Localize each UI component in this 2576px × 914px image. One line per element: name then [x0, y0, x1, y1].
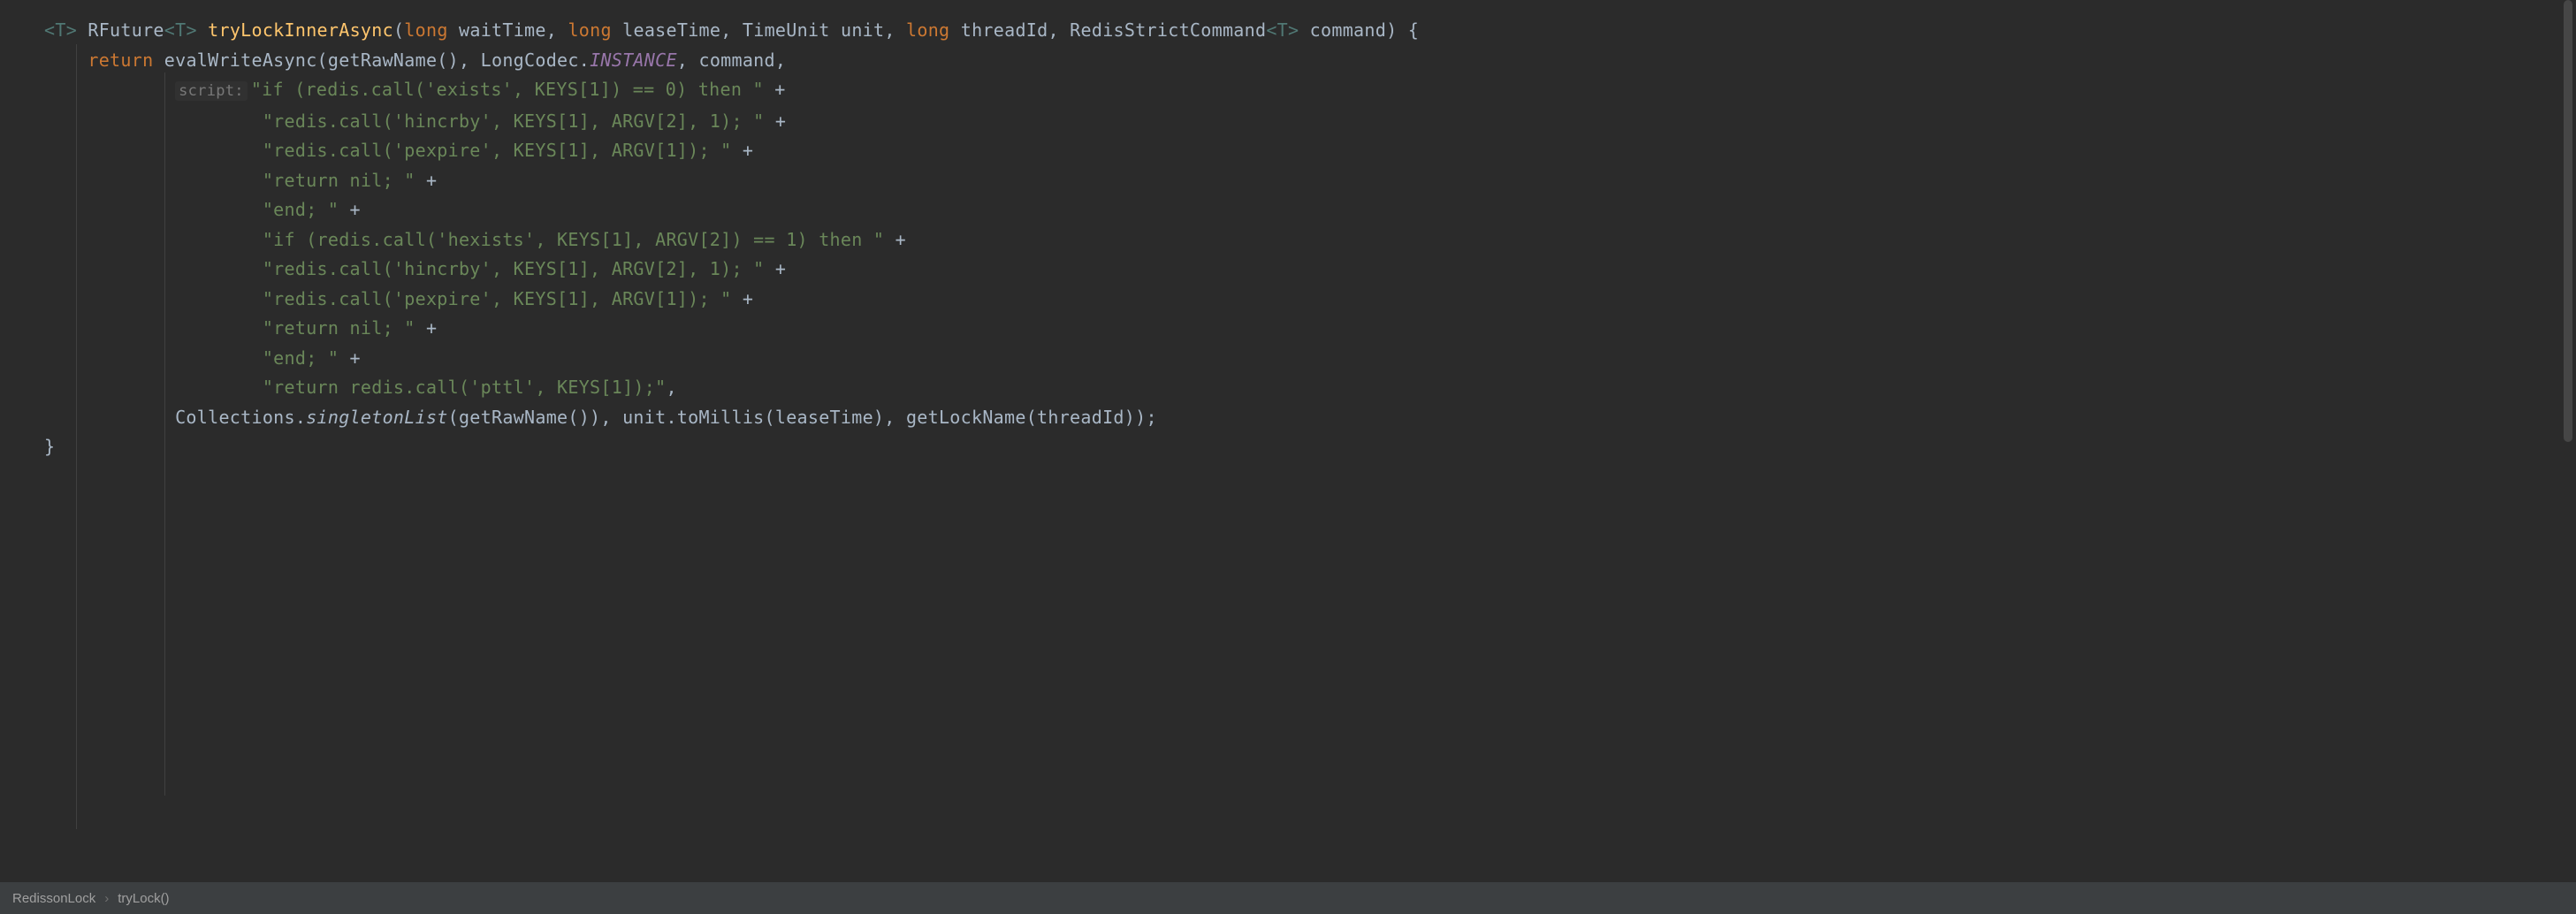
code-line[interactable]: script:"if (redis.call('exists', KEYS[1]…	[44, 75, 2576, 107]
string-literal: "end; "	[263, 199, 339, 220]
generic-bracket: <	[1266, 19, 1277, 41]
code-line[interactable]: "redis.call('hincrby', KEYS[1], ARGV[2],…	[44, 107, 2576, 137]
string-literal: "redis.call('pexpire', KEYS[1], ARGV[1])…	[263, 288, 732, 309]
method-name: tryLockInnerAsync	[208, 19, 393, 41]
keyword-long: long	[404, 19, 447, 41]
operator-plus: +	[415, 317, 438, 339]
text: , command,	[677, 50, 786, 71]
operator-plus: +	[732, 288, 754, 309]
code-line[interactable]: "if (redis.call('hexists', KEYS[1], ARGV…	[44, 225, 2576, 255]
parameter-hint: script:	[175, 81, 248, 101]
operator-plus: +	[884, 229, 906, 250]
generic-bracket: <	[164, 19, 175, 41]
generic-type: T	[175, 19, 186, 41]
comma: ,	[666, 377, 676, 398]
generic-bracket: >	[66, 19, 77, 41]
paren: (	[393, 19, 404, 41]
code-line[interactable]: return evalWriteAsync(getRawName(), Long…	[44, 46, 2576, 76]
string-literal: "end; "	[263, 347, 339, 369]
code-line[interactable]: "end; " +	[44, 195, 2576, 225]
string-literal: "redis.call('pexpire', KEYS[1], ARGV[1])…	[263, 140, 732, 161]
param: waitTime,	[448, 19, 568, 41]
breadcrumb: RedissonLock › tryLock()	[0, 882, 2576, 914]
code-line[interactable]: "redis.call('pexpire', KEYS[1], ARGV[1])…	[44, 285, 2576, 315]
param: command) {	[1299, 19, 1419, 41]
string-literal: "if (redis.call('hexists', KEYS[1], ARGV…	[263, 229, 884, 250]
vertical-scrollbar[interactable]	[2564, 0, 2572, 882]
operator-plus: +	[765, 258, 787, 279]
space	[77, 19, 88, 41]
generic-bracket: <	[44, 19, 55, 41]
string-literal: "redis.call('hincrby', KEYS[1], ARGV[2],…	[263, 110, 765, 132]
return-type: RFuture	[88, 19, 164, 41]
generic-bracket: >	[186, 19, 196, 41]
param: unit,	[830, 19, 906, 41]
param: threadId,	[949, 19, 1070, 41]
string-literal: "if (redis.call('exists', KEYS[1]) == 0)…	[251, 79, 764, 100]
keyword-return: return	[88, 50, 153, 71]
static-method: singletonList	[306, 407, 447, 428]
string-literal: "redis.call('hincrby', KEYS[1], ARGV[2],…	[263, 258, 765, 279]
breadcrumb-method[interactable]: tryLock()	[118, 891, 169, 906]
code-line[interactable]: <T> RFuture<T> tryLockInnerAsync(long wa…	[44, 16, 2576, 46]
code-line[interactable]: "redis.call('hincrby', KEYS[1], ARGV[2],…	[44, 255, 2576, 285]
operator-plus: +	[415, 170, 438, 191]
code-editor[interactable]: <T> RFuture<T> tryLockInnerAsync(long wa…	[0, 0, 2576, 882]
operator-plus: +	[339, 347, 361, 369]
param: leaseTime,	[612, 19, 743, 41]
generic-type: T	[55, 19, 65, 41]
method-call: evalWriteAsync(getRawName(), LongCodec.	[153, 50, 590, 71]
space	[197, 19, 208, 41]
static-field: INSTANCE	[590, 50, 677, 71]
args: (getRawName()), unit.toMillis(leaseTime)…	[448, 407, 1157, 428]
breadcrumb-class[interactable]: RedissonLock	[12, 891, 95, 906]
param-type: TimeUnit	[743, 19, 830, 41]
string-literal: "return nil; "	[263, 317, 415, 339]
operator-plus: +	[764, 79, 786, 100]
keyword-long: long	[906, 19, 949, 41]
keyword-long: long	[568, 19, 611, 41]
code-line[interactable]: "end; " +	[44, 344, 2576, 374]
close-brace: }	[44, 436, 55, 457]
chevron-right-icon: ›	[104, 891, 109, 906]
code-line[interactable]: "redis.call('pexpire', KEYS[1], ARGV[1])…	[44, 136, 2576, 166]
generic-bracket: >	[1288, 19, 1299, 41]
code-line[interactable]: Collections.singletonList(getRawName()),…	[44, 403, 2576, 433]
fold-guide-line-inner	[164, 72, 165, 796]
operator-plus: +	[339, 199, 361, 220]
param-type: RedisStrictCommand	[1070, 19, 1266, 41]
code-line[interactable]: "return nil; " +	[44, 166, 2576, 196]
code-line[interactable]: "return redis.call('pttl', KEYS[1]);",	[44, 373, 2576, 403]
generic-type: T	[1277, 19, 1288, 41]
fold-guide-line	[76, 44, 77, 829]
code-line[interactable]: }	[44, 432, 2576, 462]
scrollbar-thumb[interactable]	[2564, 0, 2572, 442]
code-line[interactable]: "return nil; " +	[44, 314, 2576, 344]
operator-plus: +	[732, 140, 754, 161]
class-ref: Collections.	[175, 407, 306, 428]
string-literal: "return nil; "	[263, 170, 415, 191]
operator-plus: +	[765, 110, 787, 132]
string-literal: "return redis.call('pttl', KEYS[1]);"	[263, 377, 667, 398]
